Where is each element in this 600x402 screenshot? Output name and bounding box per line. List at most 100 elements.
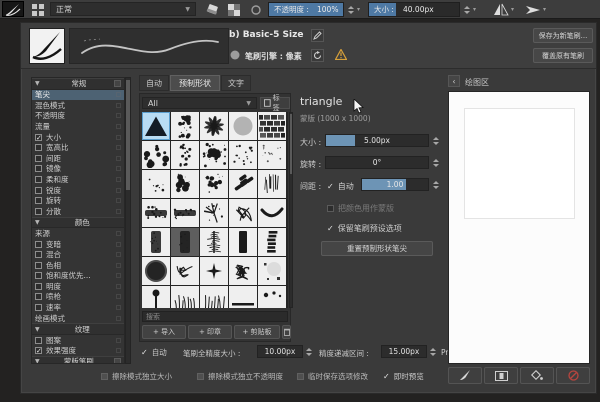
brush-tip-cell[interactable] [200,286,228,308]
tag-button[interactable]: 标签 [260,94,290,112]
spacing-auto-checkbox[interactable]: ✓ 自动 [327,181,354,192]
brush-option-row[interactable]: 镜像 [32,164,124,175]
tip-grid-scrollbar[interactable] [288,112,293,308]
brush-option-row[interactable]: 旋转 [32,195,124,206]
options-section-header[interactable]: ▼ 颜色 [32,216,124,229]
brush-option-row[interactable]: 宽高比 [32,142,124,153]
scratchpad-fill-gradient-button[interactable] [484,367,518,384]
brush-tip-cell[interactable] [200,228,228,256]
checkbox-icon[interactable] [35,240,42,248]
checkbox-icon[interactable] [35,207,42,215]
brush-tip-cell[interactable] [258,112,286,140]
tab-predefined[interactable]: 预制形状 [170,75,220,91]
brush-tip-cell[interactable] [142,170,170,198]
scratchpad-paint-button[interactable] [448,367,482,384]
brush-tip-cell[interactable] [229,112,257,140]
precision-fade-spinner[interactable] [428,345,437,358]
brush-option-row[interactable]: 来源 [32,228,124,239]
checkbox-icon[interactable] [35,304,42,312]
checkbox-icon[interactable] [35,144,42,152]
checkbox-icon[interactable] [35,186,42,194]
options-scrollbar[interactable] [125,77,131,364]
preserve-alpha-icon[interactable] [227,3,241,16]
brush-tip-cell[interactable] [258,170,286,198]
checkbox-icon[interactable] [35,251,42,259]
checkbox-icon[interactable] [35,176,42,184]
scratchpad-fill-background-button[interactable] [520,367,554,384]
brush-tip-cell[interactable] [258,199,286,227]
overwrite-brush-button[interactable]: 覆盖原有笔刷 [533,48,593,63]
brush-tip-cell[interactable] [200,257,228,285]
brush-tip-cell[interactable] [229,199,257,227]
checkbox-icon[interactable] [35,282,42,290]
brush-tip-cell[interactable] [200,112,228,140]
checkbox-icon[interactable] [35,133,42,142]
options-section-header[interactable]: ▼ 常规 [32,78,124,90]
brush-tip-cell-selected[interactable] [142,112,170,140]
eraser-size-checkbox[interactable]: 擦除模式独立大小 [101,371,172,382]
brush-tip-cell[interactable] [229,286,257,308]
tab-auto[interactable]: 自动 [139,75,169,91]
scroll-button[interactable] [114,80,121,88]
preserve-preset-checkbox[interactable]: ✓ 保留笔刷预设选项 [327,223,402,234]
brush-tip-cell[interactable] [171,112,199,140]
brush-option-row[interactable]: 锐度 [32,185,124,196]
checkbox-icon[interactable] [35,293,42,301]
precision-fade-field[interactable]: 15.00px [381,345,427,358]
brush-option-row[interactable]: 混色模式 [32,100,124,111]
brush-option-row[interactable]: 效果强度 [32,346,124,357]
brush-tip-cell[interactable] [229,141,257,169]
tip-size-slider[interactable]: 5.00px [325,134,429,147]
brush-tip-cell[interactable] [171,257,199,285]
brush-option-row[interactable]: 大小 [32,132,124,143]
full-precision-size-field[interactable]: 10.00px [257,345,303,358]
brush-tip-cell[interactable] [229,257,257,285]
brush-tip-cell[interactable] [142,228,170,256]
brush-option-row[interactable]: 饱和度优先... [32,271,124,282]
brush-option-row[interactable]: 明度 [32,281,124,292]
instant-preview-checkbox[interactable]: ✓ 即时预览 [383,371,424,382]
use-color-as-mask-checkbox[interactable]: 把颜色用作蒙版 [327,203,394,214]
precision-auto-checkbox[interactable]: ✓ 自动 [141,347,167,358]
stamp-tip-button[interactable]: + 印章 [188,325,232,339]
scratchpad-reset-button[interactable] [556,367,590,384]
scratchpad-canvas[interactable] [448,91,590,364]
eraser-mode-icon[interactable] [205,3,219,16]
size-options-arrow[interactable]: ▾ [473,6,476,13]
import-tip-button[interactable]: + 导入 [142,325,186,339]
brush-tip-cell[interactable] [171,199,199,227]
brush-tip-cell[interactable] [258,228,286,256]
brush-tip-cell[interactable] [171,228,199,256]
checkbox-icon[interactable] [35,154,42,162]
brush-tip-cell[interactable] [258,141,286,169]
checkbox-icon[interactable] [35,336,42,344]
full-precision-spinner[interactable] [304,345,313,358]
brush-tip-cell[interactable] [142,286,170,308]
scroll-button[interactable] [114,358,121,363]
checkbox-icon[interactable] [35,347,42,355]
brush-tip-cell[interactable] [200,141,228,169]
brush-option-row[interactable]: 变暗 [32,239,124,250]
brush-editor-toggle-button[interactable] [2,1,24,17]
brush-tip-cell[interactable] [200,170,228,198]
save-new-brush-button[interactable]: 保存为新笔刷... [533,28,593,43]
brush-option-row[interactable]: 绘画模式 [32,313,124,324]
wrap-options-arrow[interactable]: ▾ [543,6,546,13]
checkbox-icon[interactable] [35,261,42,269]
brush-option-row[interactable]: 喷枪 [32,292,124,303]
brush-tip-cell[interactable] [258,286,286,308]
brush-option-row[interactable]: 笔尖 [32,89,124,101]
opacity-slider[interactable]: 不透明度 : 100% [268,2,344,17]
rename-preset-button[interactable] [311,29,324,42]
tip-spacing-spinner[interactable] [431,178,441,191]
brush-option-row[interactable]: 间距 [32,153,124,164]
options-section-header[interactable]: ▼ 纹理 [32,323,124,335]
tip-rotation-spinner[interactable] [431,156,441,169]
brush-tip-cell[interactable] [258,257,286,285]
brush-option-row[interactable]: 不透明度 [32,111,124,122]
workspace-grid-icon[interactable] [30,3,45,16]
tip-filter-combo[interactable]: All ▼ [142,97,257,109]
reload-engine-button[interactable] [311,49,324,62]
mirror-options-arrow[interactable]: ▾ [511,6,514,13]
brush-option-row[interactable]: 图案 [32,335,124,346]
